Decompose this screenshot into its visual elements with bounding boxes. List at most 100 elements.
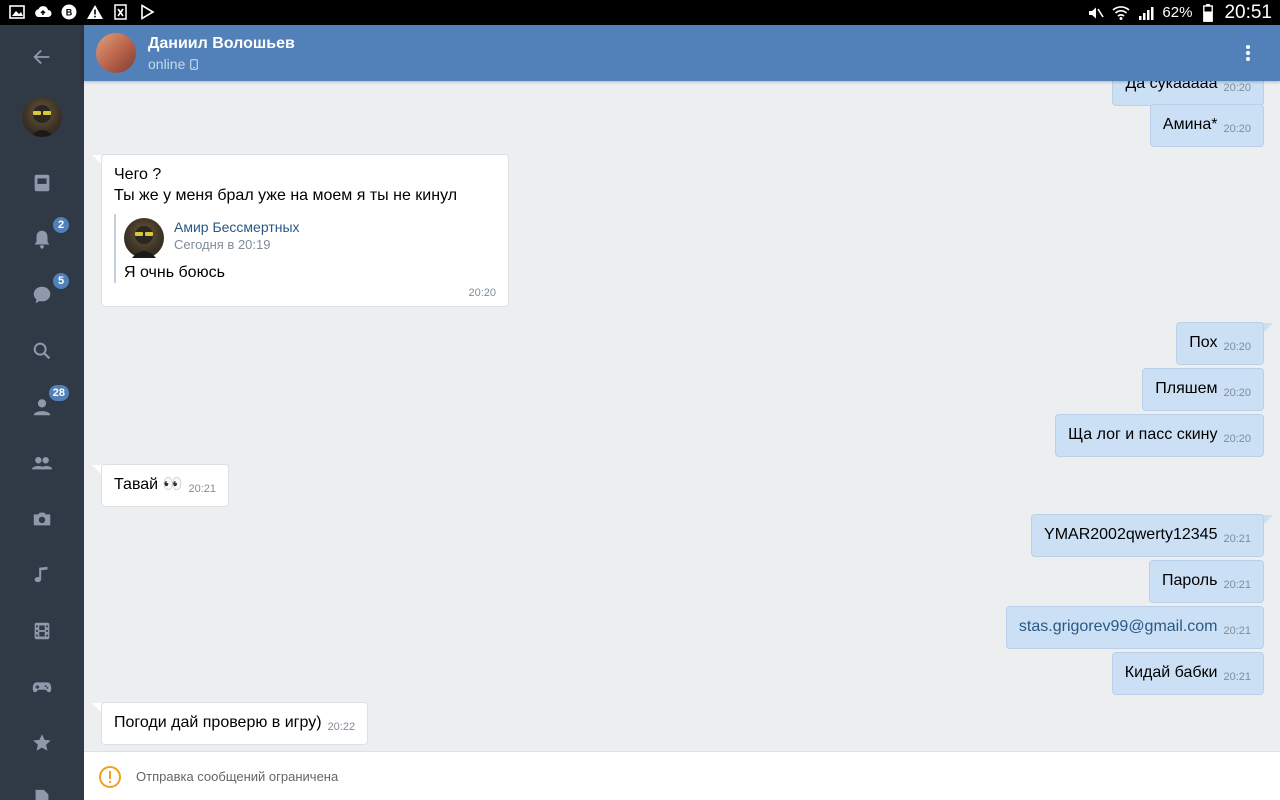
message-incoming[interactable]: Тавай 👀 20:21 xyxy=(101,464,230,507)
message-outgoing[interactable]: Да сукааааа 20:20 xyxy=(1112,81,1264,106)
games-button[interactable] xyxy=(22,667,62,707)
message-text: Пляшем xyxy=(1155,380,1218,397)
message-text: Кидай бабки xyxy=(1124,664,1218,681)
message-outgoing[interactable]: Ща лог и пасс скину 20:20 xyxy=(1055,414,1264,457)
quoted-author-name[interactable]: Амир Бессмертных xyxy=(174,214,496,236)
quoted-text: Я очнь боюсь xyxy=(124,264,225,281)
notifications-badge: 2 xyxy=(52,216,70,234)
system-icons: 62% 20:51 xyxy=(1087,0,1272,25)
vk-icon: B xyxy=(60,3,78,21)
signal-icon xyxy=(1137,4,1155,22)
message-text: Тавай 👀 xyxy=(114,476,183,493)
photos-button[interactable] xyxy=(22,499,62,539)
message-text-line: Ты же у меня брал уже на моем я ты не ки… xyxy=(114,187,458,204)
message-outgoing[interactable]: YMAR2002qwerty12345 20:21 xyxy=(1031,514,1264,557)
music-button[interactable] xyxy=(22,555,62,595)
sidebar: 2 5 28 xyxy=(0,25,84,800)
message-outgoing[interactable]: Кидай бабки 20:21 xyxy=(1111,652,1264,695)
camera-icon xyxy=(33,512,51,526)
forwarded-message[interactable]: Амир Бессмертных Сегодня в 20:19 Я очнь … xyxy=(114,214,496,283)
contact-name[interactable]: Даниил Волошьев xyxy=(148,35,295,53)
contact-status: online xyxy=(148,56,199,72)
message-time: 20:20 xyxy=(1223,82,1251,94)
chat-header: Даниил Волошьев online xyxy=(84,25,1280,81)
film-icon xyxy=(34,622,50,640)
music-note-icon xyxy=(34,566,48,583)
message-time: 20:22 xyxy=(327,721,356,733)
group-icon xyxy=(31,457,53,470)
message-text-line: Чего ? xyxy=(114,166,162,183)
notification-icons: B xyxy=(8,3,156,21)
message-list[interactable]: Да сукааааа 20:20 Амина* 20:20 Чего ? Ты ж… xyxy=(84,81,1280,751)
profile-avatar[interactable] xyxy=(22,97,62,137)
document-icon xyxy=(35,789,49,800)
battery-icon xyxy=(1199,3,1217,22)
search-icon xyxy=(33,342,51,360)
message-text: YMAR2002qwerty12345 xyxy=(1044,526,1218,543)
message-time: 20:21 xyxy=(1223,671,1251,683)
exclamation-circle-icon xyxy=(99,766,121,788)
clock: 20:51 xyxy=(1224,1,1272,23)
message-time: 20:21 xyxy=(1223,625,1251,637)
message-outgoing[interactable]: Пляшем 20:20 xyxy=(1142,368,1264,411)
friends-badge: 28 xyxy=(47,384,70,402)
search-button[interactable] xyxy=(22,331,62,371)
news-button[interactable] xyxy=(22,163,62,203)
message-outgoing[interactable]: Пароль 20:21 xyxy=(1148,560,1264,603)
newsfeed-icon xyxy=(34,174,50,192)
avatar-image xyxy=(30,105,54,137)
more-vertical-icon xyxy=(1246,45,1250,61)
message-text: Пароль xyxy=(1161,572,1218,589)
arrow-left-icon xyxy=(33,49,50,65)
email-link[interactable]: stas.grigorev99@gmail.com xyxy=(1019,618,1218,635)
mobile-phone-icon xyxy=(190,58,199,70)
message-outgoing[interactable]: Пох 20:20 xyxy=(1176,322,1264,365)
bookmarks-button[interactable] xyxy=(22,723,62,763)
message-outgoing[interactable]: Амина* 20:20 xyxy=(1149,104,1264,147)
quoted-author-avatar xyxy=(124,218,164,258)
warning-icon xyxy=(86,3,104,21)
input-restricted-bar: Отправка сообщений ограничена xyxy=(84,751,1280,800)
communities-button[interactable] xyxy=(22,443,62,483)
message-time: 20:21 xyxy=(188,483,217,495)
message-text: Пох xyxy=(1189,334,1218,351)
quoted-date: Сегодня в 20:19 xyxy=(174,237,271,252)
excel-icon xyxy=(112,3,130,21)
cloud-upload-icon xyxy=(34,3,52,21)
videos-button[interactable] xyxy=(22,611,62,651)
notifications-button[interactable]: 2 xyxy=(22,216,70,259)
mute-icon xyxy=(1087,4,1105,22)
svg-text:B: B xyxy=(66,8,73,18)
message-time: 20:20 xyxy=(1223,433,1251,445)
message-text: Погоди дай проверю в игру) xyxy=(114,714,322,731)
message-incoming[interactable]: Погоди дай проверю в игру) 20:22 xyxy=(101,702,369,745)
message-time: 20:20 xyxy=(1223,341,1251,353)
gamepad-icon xyxy=(32,682,52,693)
status-text: online xyxy=(148,56,186,72)
message-time: 20:21 xyxy=(1223,579,1251,591)
gallery-icon xyxy=(8,3,26,21)
message-time: 20:21 xyxy=(1223,533,1251,545)
friends-button[interactable]: 28 xyxy=(22,384,70,427)
message-text: Да сукааааа xyxy=(1125,81,1218,92)
bubble-tail xyxy=(1263,323,1273,333)
bell-icon xyxy=(34,230,50,249)
play-store-icon xyxy=(138,3,156,21)
contact-avatar[interactable] xyxy=(96,33,136,73)
chat-bubble-icon xyxy=(33,286,51,304)
more-options-button[interactable] xyxy=(1234,39,1262,67)
wifi-icon xyxy=(1112,4,1130,22)
back-button[interactable] xyxy=(22,37,62,77)
message-time: 20:20 xyxy=(468,287,496,299)
message-text: Ща лог и пасс скину xyxy=(1068,426,1218,443)
message-time: 20:20 xyxy=(1223,387,1251,399)
status-bar: B 62% 20:51 xyxy=(0,0,1280,25)
message-outgoing[interactable]: stas.grigorev99@gmail.com 20:21 xyxy=(1005,606,1264,649)
messages-button[interactable]: 5 xyxy=(22,272,70,315)
documents-button[interactable] xyxy=(22,779,62,800)
restriction-text: Отправка сообщений ограничена xyxy=(136,769,339,784)
message-incoming[interactable]: Чего ? Ты же у меня брал уже на моем я т… xyxy=(101,154,509,307)
star-icon xyxy=(33,734,51,751)
message-time: 20:20 xyxy=(1223,123,1251,135)
message-text: Амина* xyxy=(1162,116,1218,133)
